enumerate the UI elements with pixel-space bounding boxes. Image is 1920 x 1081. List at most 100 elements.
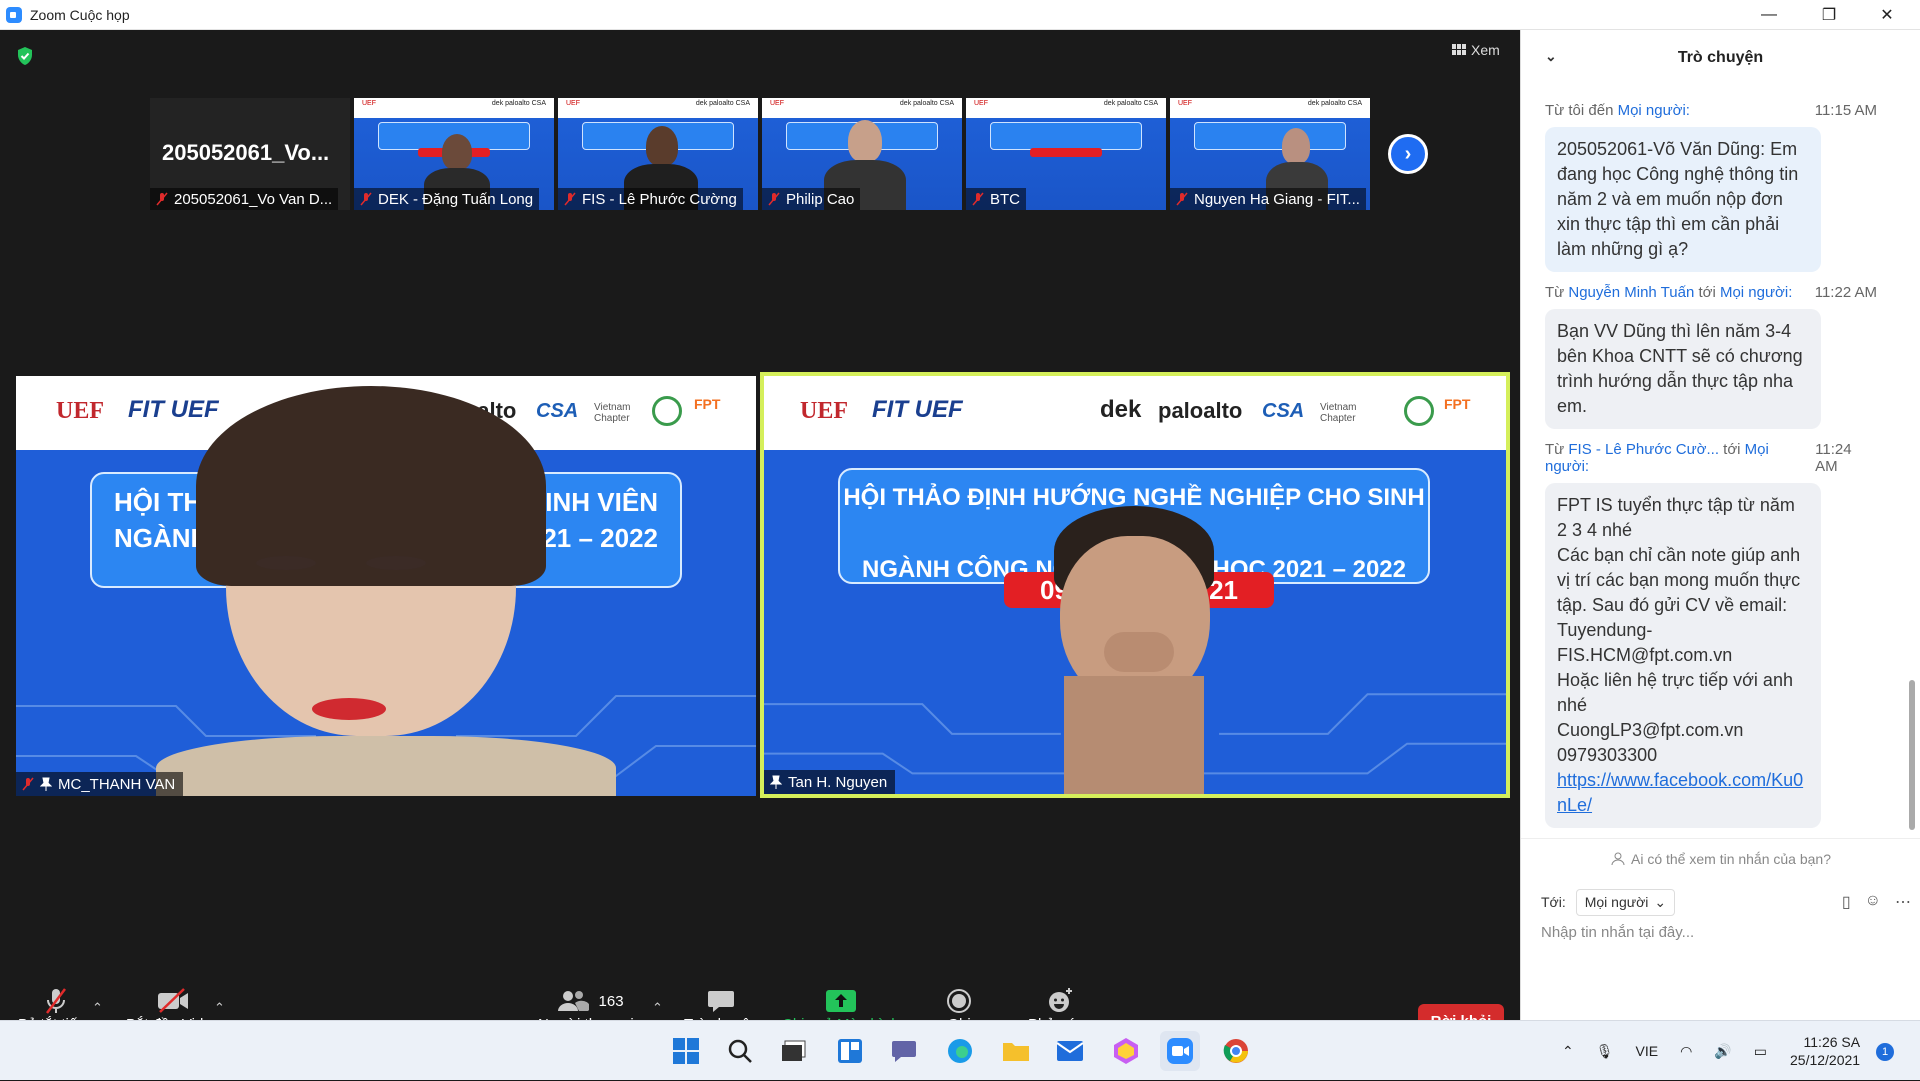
main-video-tile-active-speaker[interactable]: UEF FIT UEF dek paloalto CSA Vietnam Cha… [760,372,1510,798]
mic-muted-icon [768,192,780,206]
zoom-app-icon [6,6,22,23]
who-can-see-link[interactable]: Ai có thể xem tin nhắn của bạn? [1521,838,1920,878]
person-head [848,120,882,162]
message-line: CuongLP3@fpt.com.vn [1557,720,1744,740]
thumbnail-tile[interactable]: UEF dek paloalto CSA BTC [966,98,1166,210]
chevron-down-icon[interactable]: ⌄ [1545,48,1557,65]
clock-date: 25/12/2021 [1790,1052,1861,1068]
microphone-icon[interactable]: 🎙 [1596,1043,1614,1060]
message-prefix: tới [1719,441,1745,458]
task-view-icon[interactable] [774,1031,814,1071]
file-explorer-icon[interactable] [996,1031,1036,1071]
participant-name-label: MC_THANH VAN [16,772,184,796]
message-sender[interactable]: FIS - Lê Phước Cườ... [1568,441,1719,458]
uef-logo: UEF [800,398,848,424]
photos-app-icon[interactable] [1106,1031,1146,1071]
chat-title: Trò chuyện [1677,49,1764,66]
message-prefix: Từ tôi đến [1545,102,1618,119]
window-title: Zoom Cuộc họp [30,6,130,23]
participants-count: 163 [598,992,624,1010]
slide-logos: UEF dek paloalto CSA [974,100,1158,107]
slide-banner [990,122,1142,150]
windows-taskbar: ⌃ 🎙 VIE ◠ 🔊 ▭ 11:26 SA 25/12/2021 1 [0,1020,1920,1080]
video-off-icon [157,988,188,1013]
maximize-button[interactable]: ❐ [1806,0,1852,30]
thumbnail-tile[interactable]: 205052061_Vo... 205052061_Vo Van D... [150,98,350,210]
slide-logos: UEF dek paloalto CSA [1178,100,1362,107]
thumbnail-tile[interactable]: UEF dek paloalto CSA Philip Cao [762,98,962,210]
paloalto-logo: paloalto [1158,398,1243,423]
edge-icon[interactable] [940,1031,980,1071]
message-time: 11:24 AM [1815,441,1852,475]
clock[interactable]: 11:26 SA 25/12/2021 [1790,1033,1860,1069]
video-options-caret[interactable]: ⌃ [214,1000,225,1016]
audio-options-caret[interactable]: ⌃ [92,1000,103,1016]
message-recipient[interactable]: Mọi người: [1720,284,1792,301]
message-recipient[interactable]: Mọi người: [1618,102,1690,119]
participant-name: DEK - Đặng Tuấn Long [378,190,534,208]
slide-header: UEF FIT UEF dek paloalto CSA Vietnam Cha… [764,376,1506,450]
message-meta: Từ FIS - Lê Phước Cườ... tới Mọi người: … [1521,441,1901,475]
participant-name-label: BTC [966,188,1026,210]
participant-name: BTC [990,190,1020,208]
person-head [442,134,472,170]
widgets-icon[interactable] [830,1031,870,1071]
mail-icon[interactable] [1050,1031,1090,1071]
windows-start-icon[interactable] [666,1031,706,1071]
csa-logo: CSA [1262,400,1305,422]
participants-options-caret[interactable]: ⌃ [652,1000,663,1016]
participant-name-label: Philip Cao [762,188,861,210]
thumbnail-tile[interactable]: UEF dek paloalto CSA DEK - Đặng Tuấn Long [354,98,554,210]
slide-banner [1194,122,1346,150]
encryption-shield-icon[interactable] [16,46,34,66]
chevron-down-icon: ⌄ [1654,893,1667,910]
system-tray: ⌃ 🎙 VIE ◠ 🔊 ▭ [1562,1021,1767,1081]
mic-muted-icon [1176,192,1188,206]
teams-chat-icon[interactable] [884,1031,924,1071]
participants-icon [557,991,589,1011]
chat-header: ⌄ Trò chuyện [1521,30,1920,86]
slide-logos: UEF dek paloalto CSA [362,100,546,107]
file-icon[interactable]: ▯ [1842,892,1851,912]
message-meta: Từ tôi đến Mọi người: 11:15 AM [1521,102,1901,119]
chevron-up-icon[interactable]: ⌃ [1562,1043,1574,1060]
chrome-icon[interactable] [1216,1031,1256,1071]
main-video-tile[interactable]: UEF FIT UEF paloalto CSA Vietnam Chapter… [16,376,756,796]
battery-icon[interactable]: ▭ [1754,1043,1767,1060]
thumbnail-strip: 205052061_Vo... 205052061_Vo Van D... UE… [150,98,1370,210]
message-time: 11:22 AM [1814,284,1877,301]
language-indicator[interactable]: VIE [1636,1043,1659,1059]
more-options-icon[interactable]: ⋯ [1895,892,1911,912]
message-line: Hoặc liên hệ trực tiếp với anh nhé [1557,670,1793,715]
notification-badge[interactable]: 1 [1876,1043,1894,1061]
participant-name: Tan H. Nguyen [788,773,888,791]
search-icon[interactable] [720,1031,760,1071]
thumbnail-tile[interactable]: UEF dek paloalto CSA FIS - Lê Phước Cường [558,98,758,210]
slide-date-bar [1030,148,1102,157]
close-window-button[interactable]: ✕ [1864,0,1910,30]
minimize-button[interactable]: — [1746,0,1792,30]
fit-uef-logo: FIT UEF [872,396,963,423]
emoji-icon[interactable]: ☺ [1865,892,1881,912]
presenter-hair [196,386,546,586]
recipient-row: Tới: Mọi người ⌄ ▯ ☺ ⋯ [1541,886,1911,918]
iso-logo [1404,396,1434,426]
chat-scrollbar[interactable] [1909,680,1915,830]
pin-icon [40,777,52,791]
thumbnail-tile[interactable]: UEF dek paloalto CSA Nguyen Ha Giang - FI… [1170,98,1370,210]
person-icon [1611,852,1625,865]
zoom-taskbar-icon[interactable] [1160,1031,1200,1071]
recipient-select[interactable]: Mọi người ⌄ [1575,888,1676,916]
participant-name: Nguyen Ha Giang - FIT... [1194,190,1360,208]
view-button[interactable]: Xem [1452,42,1500,58]
clock-time: 11:26 SA [1803,1034,1861,1050]
chat-input[interactable]: Nhập tin nhắn tại đây... [1541,924,1901,984]
volume-icon[interactable]: 🔊 [1714,1043,1731,1060]
participant-big-name: 205052061_Vo... [162,140,330,165]
facebook-link[interactable]: https://www.facebook.com/Ku0nLe/ [1557,770,1803,815]
presenter-body [156,736,616,796]
mic-muted-icon [564,192,576,206]
next-page-arrow-button[interactable]: › [1388,134,1428,174]
message-sender[interactable]: Nguyễn Minh Tuấn [1568,284,1694,301]
wifi-icon[interactable]: ◠ [1680,1043,1692,1060]
